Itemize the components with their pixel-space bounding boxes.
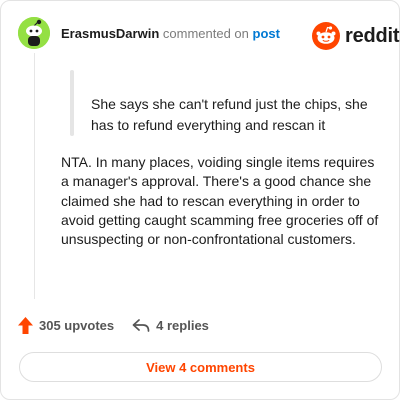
reddit-logo-icon	[312, 22, 340, 50]
reply-group[interactable]: 4 replies	[132, 318, 209, 333]
thread-line[interactable]	[34, 53, 35, 299]
view-comments-button[interactable]: View 4 comments	[19, 352, 382, 382]
comment-header: ErasmusDarwin commented on post	[61, 26, 280, 41]
username[interactable]: ErasmusDarwin	[61, 26, 159, 41]
comment-body: NTA. In many places, voiding single item…	[61, 154, 379, 248]
comment-actions: 305 upvotes 4 replies	[18, 317, 209, 334]
action-text: commented on	[162, 26, 249, 41]
quote-bar	[70, 70, 74, 136]
upvote-count: 305 upvotes	[39, 318, 115, 333]
reddit-wordmark: reddit	[345, 24, 400, 47]
comment-card: ErasmusDarwin commented on post reddit S…	[0, 0, 400, 400]
upvote-group[interactable]: 305 upvotes	[18, 317, 114, 334]
reply-count: 4 replies	[156, 318, 209, 333]
avatar[interactable]	[18, 17, 50, 49]
snoo-avatar-icon	[18, 17, 50, 49]
reply-arrow-icon[interactable]	[132, 318, 150, 333]
quote-text: She says she can't refund just the chips…	[91, 96, 368, 133]
post-link[interactable]: post	[253, 26, 280, 41]
upvote-arrow-icon[interactable]	[18, 317, 33, 334]
reddit-logo[interactable]: reddit	[312, 22, 400, 50]
